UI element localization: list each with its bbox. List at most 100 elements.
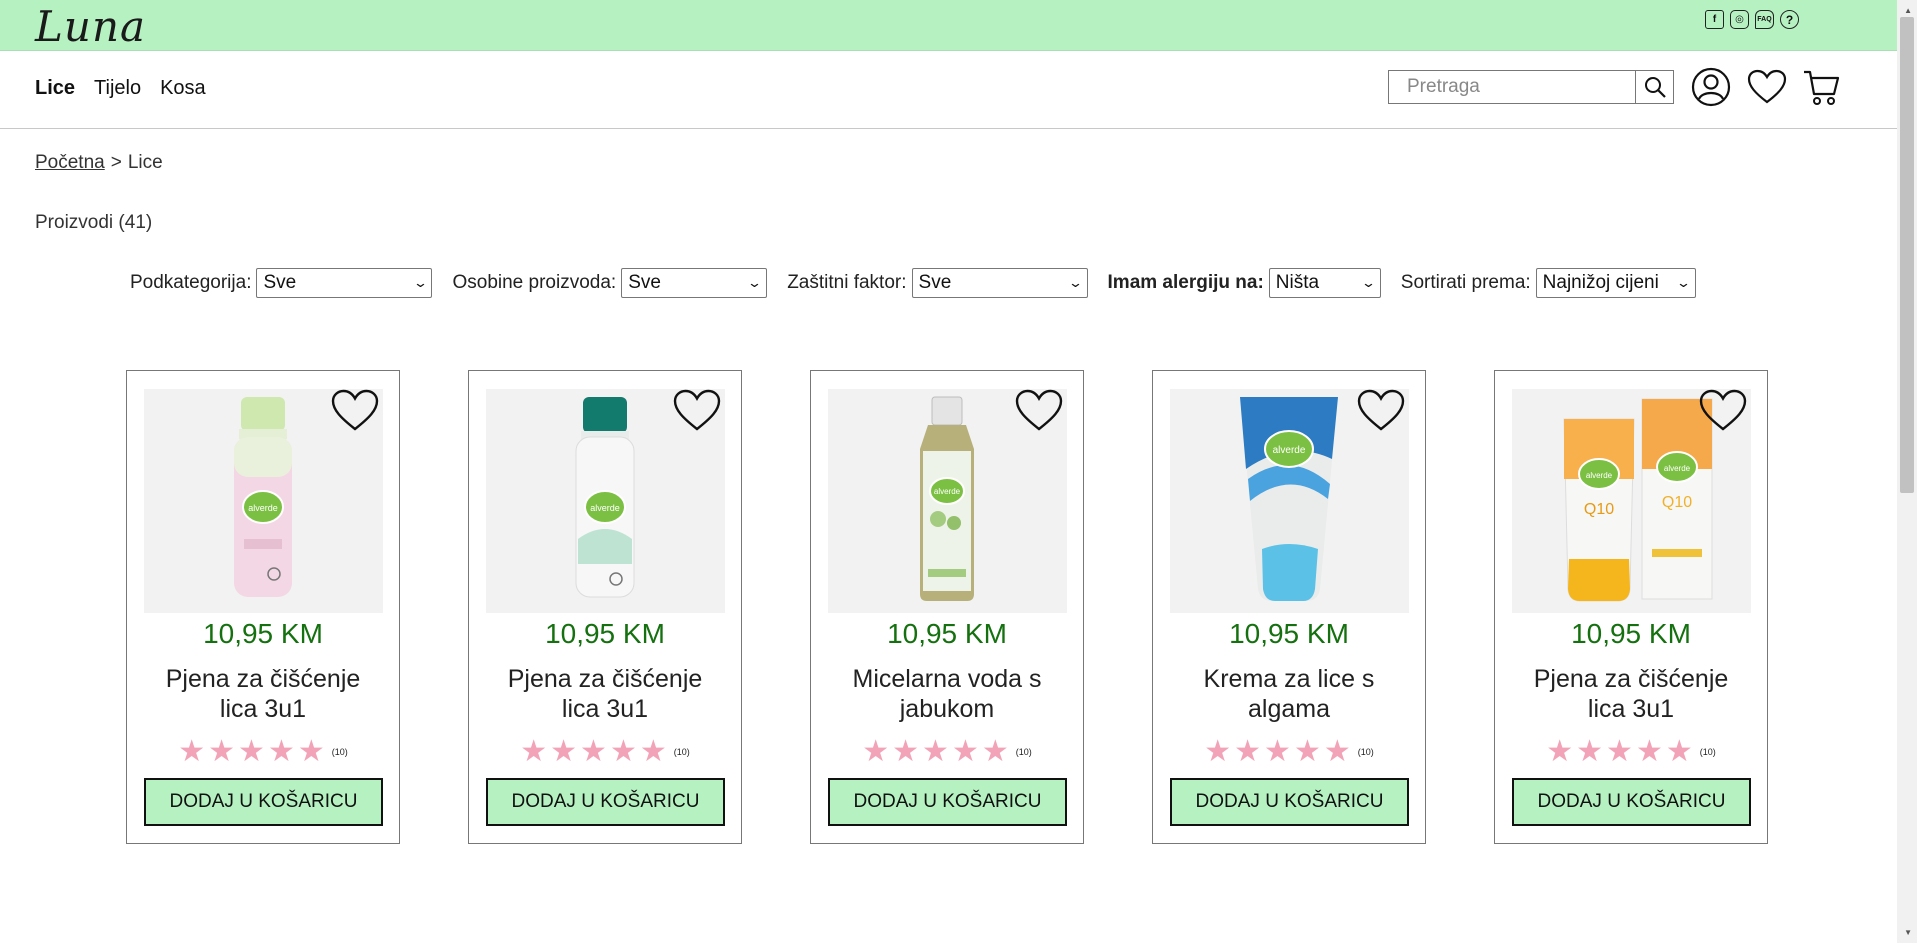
product-name[interactable]: Pjena za čišćenje lica 3u1 <box>469 664 741 724</box>
star-icon: ★ <box>862 735 890 768</box>
search-input[interactable]: Pretraga <box>1388 70 1636 104</box>
scrollbar-thumb[interactable] <box>1900 17 1914 493</box>
review-count: (10) <box>331 747 348 757</box>
facebook-icon[interactable]: f <box>1705 10 1724 29</box>
star-icon: ★ <box>951 735 979 768</box>
nav-link-kosa[interactable]: Kosa <box>160 77 206 100</box>
search-icon <box>1644 77 1666 98</box>
star-icon: ★ <box>297 735 325 768</box>
sort-select[interactable]: Najnižoj cijeni ⌄ <box>1535 268 1696 298</box>
star-icon: ★ <box>208 735 236 768</box>
star-icon: ★ <box>1234 735 1262 768</box>
product-rating: ★ ★ ★ ★ ★ (10) <box>127 737 399 767</box>
star-icon: ★ <box>1546 735 1574 768</box>
star-icon: ★ <box>267 735 295 768</box>
product-card[interactable]: alverde 10,95 KM Pjena za čišćenje lica … <box>126 370 400 844</box>
product-name[interactable]: Micelarna voda s jabukom <box>811 664 1083 724</box>
filter-label: Sortirati prema: <box>1400 272 1531 293</box>
add-to-cart-button[interactable]: DODAJ U KOŠARICU <box>828 778 1067 826</box>
product-grid: alverde 10,95 KM Pjena za čišćenje lica … <box>126 370 1768 844</box>
star-icon: ★ <box>1204 735 1232 768</box>
product-rating: ★ ★ ★ ★ ★ (10) <box>469 737 741 767</box>
star-icon: ★ <box>1323 735 1351 768</box>
subcategory-select[interactable]: Sve ⌄ <box>256 268 433 298</box>
chevron-down-icon: ⌄ <box>412 275 428 290</box>
cart-icon[interactable] <box>1803 69 1841 107</box>
wishlist-heart-icon[interactable] <box>1747 69 1787 105</box>
favorite-heart-icon[interactable] <box>1357 389 1405 433</box>
filter-bar: Podkategorija: Sve ⌄ Osobine proizvoda: S… <box>130 268 1716 298</box>
top-banner: Luna f ◎ FAQ ? <box>0 0 1897 51</box>
star-icon: ★ <box>580 735 607 768</box>
select-value: Ništa <box>1275 272 1320 293</box>
vertical-scrollbar[interactable]: ▲ ▼ <box>1897 0 1917 943</box>
add-to-cart-button[interactable]: DODAJ U KOŠARICU <box>1512 778 1751 826</box>
chevron-down-icon: ⌄ <box>1675 275 1691 290</box>
add-to-cart-button[interactable]: DODAJ U KOŠARICU <box>1170 778 1409 826</box>
favorite-heart-icon[interactable] <box>1015 389 1063 433</box>
product-price: 10,95 KM <box>545 618 665 649</box>
filter-label: Imam alergiju na: <box>1107 272 1264 293</box>
product-card[interactable]: alverde 10,95 KM Pjena za čišćenje lica … <box>468 370 742 844</box>
star-icon: ★ <box>609 735 637 768</box>
scroll-down-arrow-icon[interactable]: ▼ <box>1904 928 1912 937</box>
product-name[interactable]: Pjena za čišćenje lica 3u1 <box>127 664 399 724</box>
product-features-select[interactable]: Sve ⌄ <box>621 268 768 298</box>
product-card[interactable]: alverde 10,95 KM Krema za lice s algama … <box>1152 370 1426 844</box>
filter-label: Osobine proizvoda: <box>452 272 617 293</box>
instagram-icon[interactable]: ◎ <box>1730 10 1749 29</box>
svg-text:alverde: alverde <box>248 503 278 513</box>
review-count: (10) <box>1015 747 1032 757</box>
scroll-up-arrow-icon[interactable]: ▲ <box>1904 6 1912 15</box>
product-card[interactable]: alverde Q10 alverde Q10 10,95 KM Pjena z… <box>1494 370 1768 844</box>
star-icon: ★ <box>550 735 578 768</box>
filter-sort: Sortirati prema: Najnižoj cijeni ⌄ <box>1401 268 1696 298</box>
product-rating: ★ ★ ★ ★ ★ (10) <box>811 737 1083 767</box>
star-icon: ★ <box>520 735 548 768</box>
add-to-cart-button[interactable]: DODAJ U KOŠARICU <box>144 778 383 826</box>
review-count: (10) <box>1357 747 1374 757</box>
main-navbar: Lice Tijelo Kosa Pretraga <box>0 51 1897 129</box>
svg-text:Q10: Q10 <box>1584 501 1614 518</box>
allergy-select[interactable]: Ništa ⌄ <box>1268 268 1381 298</box>
svg-text:alverde: alverde <box>1586 471 1613 480</box>
product-name[interactable]: Krema za lice s algama <box>1153 664 1425 724</box>
nav-link-lice[interactable]: Lice <box>35 77 75 100</box>
select-value: Sve <box>918 272 952 293</box>
search-button[interactable] <box>1636 70 1674 104</box>
product-price: 10,95 KM <box>887 618 1007 649</box>
favorite-heart-icon[interactable] <box>331 389 379 433</box>
filter-label: Podkategorija: <box>130 272 252 293</box>
svg-text:alverde: alverde <box>1664 464 1691 473</box>
filter-protection-factor: Zaštitni faktor: Sve ⌄ <box>787 268 1088 298</box>
chevron-down-icon: ⌄ <box>1067 275 1083 290</box>
add-to-cart-button[interactable]: DODAJ U KOŠARICU <box>486 778 725 826</box>
product-name[interactable]: Pjena za čišćenje lica 3u1 <box>1495 664 1767 724</box>
protection-factor-select[interactable]: Sve ⌄ <box>911 268 1088 298</box>
breadcrumb-home-link[interactable]: Početna <box>35 152 105 173</box>
select-value: Sve <box>263 272 297 293</box>
breadcrumb: Početna > Lice <box>35 152 163 174</box>
nav-link-tijelo[interactable]: Tijelo <box>94 77 141 100</box>
filter-product-features: Osobine proizvoda: Sve ⌄ <box>452 268 768 298</box>
faq-icon[interactable]: FAQ <box>1755 10 1774 29</box>
star-icon: ★ <box>1264 735 1291 768</box>
star-icon: ★ <box>1293 735 1321 768</box>
logo[interactable]: Luna <box>35 2 146 51</box>
svg-text:alverde: alverde <box>1273 445 1306 456</box>
filter-allergy: Imam alergiju na: Ništa ⌄ <box>1108 268 1381 298</box>
review-count: (10) <box>673 747 690 757</box>
favorite-heart-icon[interactable] <box>673 389 721 433</box>
product-price: 10,95 KM <box>203 618 323 649</box>
chevron-down-icon: ⌄ <box>747 275 763 290</box>
filter-subcategory: Podkategorija: Sve ⌄ <box>130 268 433 298</box>
filter-label: Zaštitni faktor: <box>787 272 907 293</box>
product-price: 10,95 KM <box>1229 618 1349 649</box>
product-rating: ★ ★ ★ ★ ★ (10) <box>1153 737 1425 767</box>
product-rating: ★ ★ ★ ★ ★ (10) <box>1495 737 1767 767</box>
product-card[interactable]: alverde 10,95 KM Micelarna voda s jabuko… <box>810 370 1084 844</box>
help-icon[interactable]: ? <box>1780 10 1799 29</box>
favorite-heart-icon[interactable] <box>1699 389 1747 433</box>
user-account-icon[interactable] <box>1691 67 1731 107</box>
star-icon: ★ <box>1665 735 1693 768</box>
